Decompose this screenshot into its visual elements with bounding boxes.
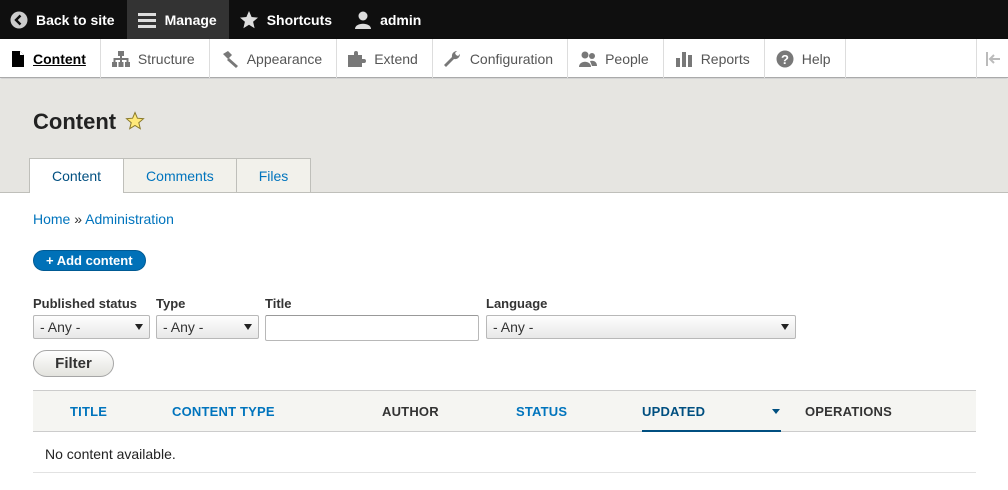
chevron-down-icon	[244, 324, 252, 330]
help-icon: ?	[776, 50, 794, 67]
sort-descending-icon[interactable]	[772, 409, 780, 414]
back-arrow-icon	[10, 11, 28, 28]
tab-files[interactable]: Files	[235, 158, 312, 192]
page-title: Content	[33, 109, 117, 134]
empty-message: No content available.	[45, 446, 176, 462]
column-content-type[interactable]: Content type	[172, 404, 275, 419]
published-status-value: - Any -	[40, 319, 81, 335]
tray-item-people[interactable]: People	[568, 39, 664, 78]
column-author: Author	[382, 404, 439, 419]
add-content-button[interactable]: + Add content	[33, 250, 146, 271]
page-header: Content Content Comments Files	[0, 79, 1008, 193]
user-label: admin	[380, 11, 422, 28]
column-updated[interactable]: Updated	[642, 404, 705, 419]
published-status-label: Published status	[33, 296, 138, 311]
admin-tray: Content Structure Appearance Extend Conf…	[0, 39, 1008, 78]
star-icon	[239, 10, 258, 28]
tray-item-help[interactable]: ? Help	[765, 39, 846, 78]
manage-label: Manage	[164, 11, 217, 28]
admin-toolbar: Back to site Manage Shortcuts admin	[0, 0, 1008, 39]
puzzle-icon	[348, 50, 367, 67]
column-title[interactable]: Title	[70, 404, 107, 419]
sitemap-icon	[111, 50, 130, 67]
tab-comments[interactable]: Comments	[123, 158, 237, 192]
tray-item-content[interactable]: Content	[0, 39, 101, 78]
tray-item-configuration[interactable]: Configuration	[433, 39, 569, 78]
shortcuts-tab[interactable]: Shortcuts	[229, 0, 344, 39]
back-to-site-link[interactable]: Back to site	[0, 0, 127, 39]
tray-item-label: Structure	[137, 50, 195, 67]
tray-item-label: Help	[801, 50, 831, 67]
collapse-icon	[985, 51, 1000, 66]
tray-item-label: Content	[33, 50, 86, 67]
back-to-site-label: Back to site	[36, 11, 115, 28]
chevron-down-icon	[781, 324, 789, 330]
tray-item-label: Extend	[374, 50, 418, 67]
wrench-icon	[443, 50, 460, 67]
primary-tabs: Content Comments Files	[29, 158, 312, 193]
title-label: Title	[265, 296, 292, 311]
tray-item-label: Appearance	[246, 50, 323, 67]
tray-item-structure[interactable]: Structure	[101, 39, 210, 78]
tray-item-label: Configuration	[469, 50, 554, 67]
type-label: Type	[156, 296, 186, 311]
table-row: No content available.	[33, 432, 976, 473]
file-icon	[12, 50, 24, 67]
user-icon	[355, 11, 372, 29]
language-select[interactable]: - Any -	[486, 315, 796, 339]
shortcut-star-icon[interactable]	[125, 111, 145, 131]
published-status-select[interactable]: - Any -	[33, 315, 150, 339]
language-label: Language	[486, 296, 548, 311]
breadcrumb-separator: »	[74, 211, 83, 227]
title-input[interactable]	[265, 315, 479, 341]
tray-item-appearance[interactable]: Appearance	[210, 39, 338, 78]
chevron-down-icon	[135, 324, 143, 330]
svg-text:?: ?	[781, 52, 789, 67]
tray-orientation-toggle[interactable]	[976, 39, 1008, 78]
hamburger-icon	[137, 12, 156, 28]
paint-icon	[222, 50, 238, 68]
tab-content[interactable]: Content	[29, 158, 125, 193]
shortcuts-label: Shortcuts	[266, 11, 333, 28]
type-value: - Any -	[163, 319, 204, 335]
user-tab[interactable]: admin	[344, 0, 433, 39]
tray-item-reports[interactable]: Reports	[664, 39, 765, 78]
breadcrumb-home[interactable]: Home	[33, 211, 70, 227]
column-status[interactable]: Status	[516, 404, 567, 419]
people-icon	[579, 51, 598, 67]
breadcrumb: Home » Administration	[33, 211, 174, 227]
tray-item-label: Reports	[700, 50, 750, 67]
language-value: - Any -	[493, 319, 534, 335]
manage-tab[interactable]: Manage	[126, 0, 229, 39]
column-operations: Operations	[805, 404, 892, 419]
filter-button[interactable]: Filter	[33, 350, 114, 377]
content-table: Title Content type Author Status Updated…	[33, 390, 976, 473]
bar-chart-icon	[675, 51, 692, 67]
tray-item-label: People	[605, 50, 649, 67]
breadcrumb-administration[interactable]: Administration	[85, 211, 174, 227]
tray-item-extend[interactable]: Extend	[337, 39, 433, 78]
type-select[interactable]: - Any -	[156, 315, 259, 339]
table-header: Title Content type Author Status Updated…	[33, 390, 976, 432]
